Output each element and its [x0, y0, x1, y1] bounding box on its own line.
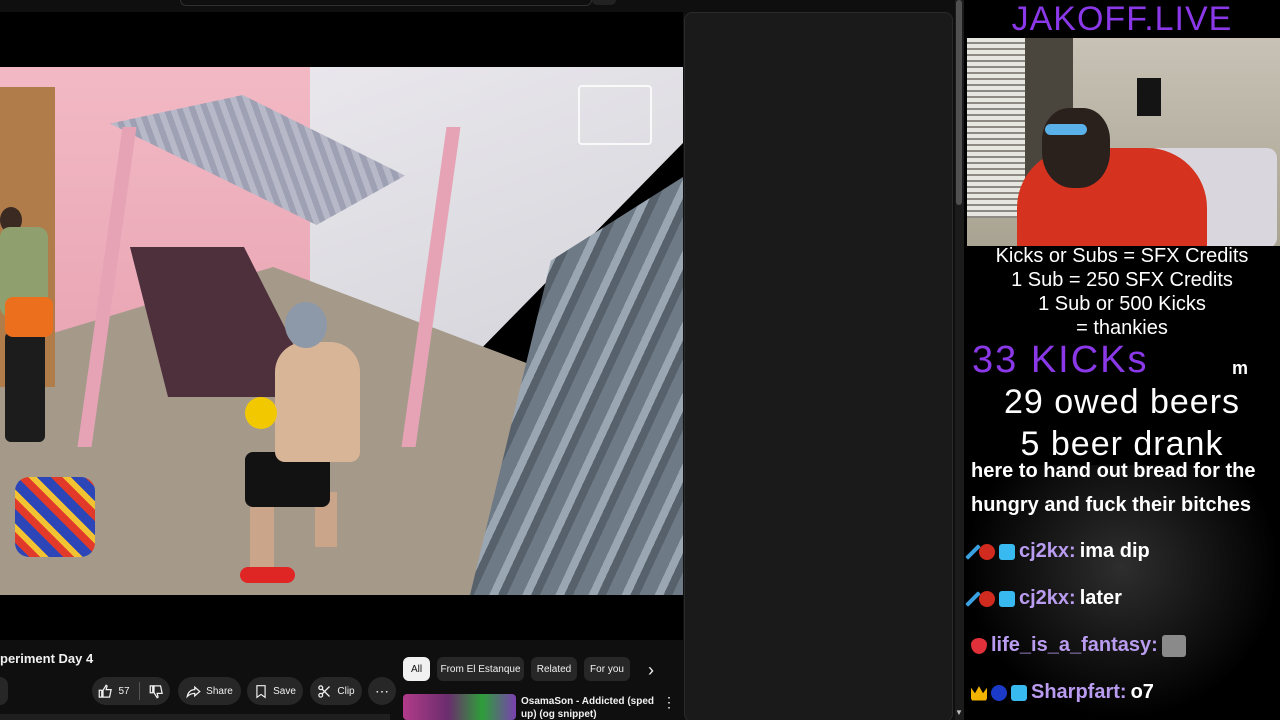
channel-avatar[interactable] — [0, 677, 8, 705]
share-button[interactable]: Share — [178, 677, 241, 705]
tomato-badge-icon — [979, 590, 995, 607]
strawberry-badge-icon — [971, 637, 987, 654]
chat-message: Sharpfart: o7 — [971, 681, 1154, 704]
sfx-rules: Kicks or Subs = SFX Credits 1 Sub = 250 … — [964, 244, 1280, 340]
beers-drank-counter: 5 beer drank — [1020, 425, 1224, 463]
streamer-headband — [1045, 124, 1087, 135]
save-label: Save — [273, 685, 296, 697]
side-panel — [684, 12, 953, 720]
thumbs-up-icon — [99, 683, 113, 698]
description-box[interactable] — [0, 714, 390, 720]
recommended-title[interactable]: OsamaSon - Addicted (sped up) (og snippe… — [521, 695, 661, 720]
chat-message: cj2kx: ima dip — [965, 540, 1150, 563]
camera-watermark-icon — [578, 85, 652, 145]
chip-from-channel[interactable]: From El Estanque — [437, 657, 524, 681]
chat-text: later — [1079, 587, 1122, 609]
youtube-page: periment Day 4 57 Share Save Clip ⋯ All … — [0, 0, 955, 720]
more-vertical-icon[interactable]: ⋮ — [662, 694, 676, 711]
share-icon — [186, 685, 201, 698]
like-count: 57 — [118, 685, 130, 697]
like-dislike-group: 57 — [92, 677, 170, 705]
bag — [15, 477, 95, 557]
stream-title: JAKOFF.LIVE — [1011, 0, 1233, 38]
share-label: Share — [206, 685, 233, 697]
window-blinds — [967, 38, 1025, 218]
tomato-badge-icon — [979, 543, 995, 560]
rule-line: 1 Sub = 250 SFX Credits — [1011, 269, 1233, 291]
blue-orb-badge-icon — [991, 684, 1007, 701]
search-button[interactable] — [592, 0, 616, 5]
webcam-feed — [967, 38, 1280, 246]
crown-badge-icon — [971, 686, 987, 701]
stream-overlay: JAKOFF.LIVE Kicks or Subs = SFX Credits … — [964, 0, 1280, 720]
chat-announcement-2: hungry and fuck their bitches — [971, 494, 1252, 516]
person-center — [235, 302, 370, 583]
save-button[interactable]: Save — [247, 677, 303, 705]
chip-related[interactable]: Related — [531, 657, 577, 681]
kicks-counter: 33 KICKs — [972, 339, 1149, 381]
video-title: periment Day 4 — [0, 651, 94, 666]
emote-icon — [1161, 634, 1186, 657]
wall-poster — [1137, 78, 1161, 116]
chip-all[interactable]: All — [403, 657, 430, 681]
chip-for-you[interactable]: For you — [584, 657, 630, 681]
clip-label: Clip — [337, 685, 355, 697]
chevron-right-icon[interactable]: › — [648, 660, 654, 681]
rule-line: = thankies — [1076, 317, 1168, 339]
chat-text: o7 — [1130, 681, 1154, 703]
recommended-thumbnail[interactable] — [403, 694, 516, 720]
chat-message: cj2kx: later — [965, 587, 1122, 610]
rule-line: 1 Sub or 500 Kicks — [1038, 293, 1206, 315]
person-left — [0, 207, 55, 457]
rule-line: Kicks or Subs = SFX Credits — [995, 245, 1249, 267]
bookmark-icon — [256, 684, 266, 698]
owed-beers-counter: 29 owed beers — [1003, 383, 1241, 421]
chat-username: cj2kx: — [1019, 540, 1076, 562]
chat-username: Sharpfart: — [1031, 681, 1127, 703]
cube-badge-icon — [999, 543, 1015, 560]
chat-username: cj2kx: — [1019, 587, 1076, 609]
cube-badge-icon — [1011, 684, 1027, 701]
kicks-suffix: m — [1232, 358, 1249, 378]
chat-announcement-1: here to hand out bread for the — [971, 460, 1256, 482]
chat-username: life_is_a_fantasy: — [991, 634, 1158, 656]
search-bar[interactable] — [180, 0, 592, 6]
scroll-down-icon[interactable]: ▼ — [955, 708, 963, 717]
streamer-head — [1042, 108, 1110, 188]
scrollbar-thumb[interactable] — [956, 0, 962, 205]
more-actions-button[interactable]: ⋯ — [368, 677, 396, 705]
video-frame[interactable] — [0, 67, 683, 595]
chat-text: ima dip — [1079, 540, 1150, 562]
video-player[interactable] — [0, 12, 683, 640]
cube-badge-icon — [999, 590, 1015, 607]
thumbs-down-icon[interactable] — [149, 684, 164, 699]
scissors-icon — [318, 684, 331, 698]
clip-button[interactable]: Clip — [310, 677, 362, 705]
more-horizontal-icon: ⋯ — [375, 682, 389, 699]
chat-message: life_is_a_fantasy: — [971, 634, 1186, 657]
like-button[interactable]: 57 — [98, 683, 130, 699]
